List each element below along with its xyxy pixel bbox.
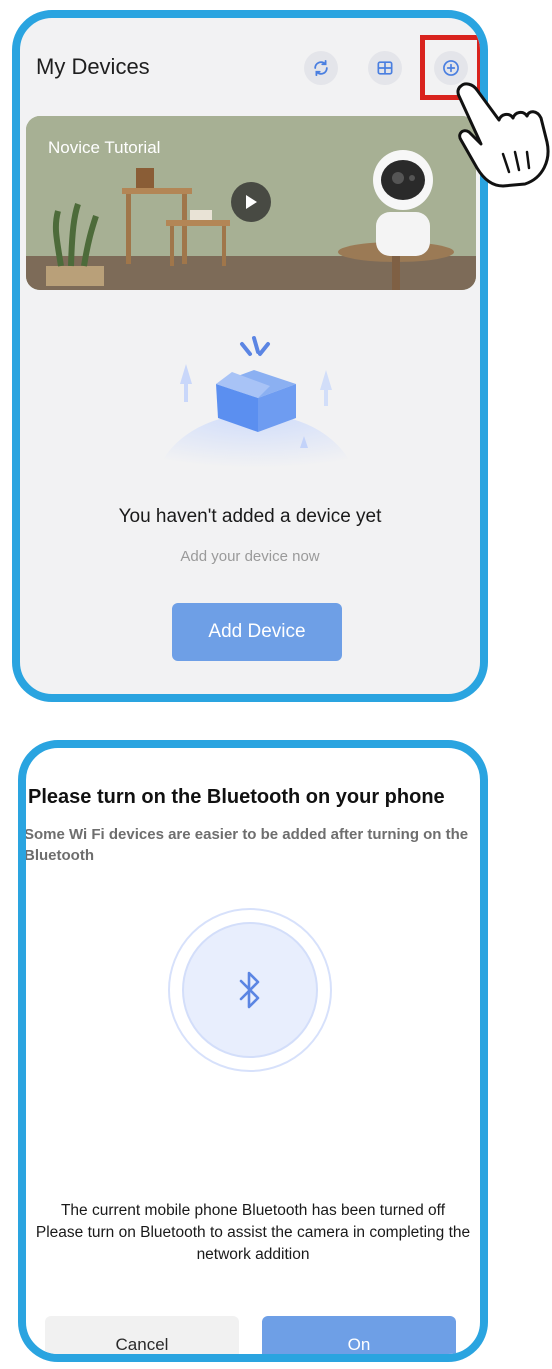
cancel-button[interactable]: Cancel [45, 1316, 239, 1354]
tutorial-banner[interactable]: Novice Tutorial [26, 116, 476, 290]
play-button[interactable] [231, 182, 271, 222]
page-title: My Devices [36, 54, 150, 79]
play-icon [246, 195, 257, 209]
bluetooth-status-message: The current mobile phone Bluetooth has b… [30, 1200, 476, 1266]
dialog-description: Some Wi Fi devices are easier to be adde… [24, 826, 469, 864]
refresh-icon [314, 60, 328, 77]
grid-view-icon [377, 61, 393, 75]
add-device-button[interactable]: Add Device [172, 603, 342, 661]
bluetooth-dialog-frame: Please turn on the Bluetooth on your pho… [18, 740, 488, 1362]
devices-screen-frame: My Devices Novice Tutorial You haven't a… [12, 10, 488, 702]
refresh-button[interactable] [304, 51, 338, 85]
dialog-title: Please turn on the Bluetooth on your pho… [28, 786, 445, 808]
grid-view-button[interactable] [368, 51, 402, 85]
status-line-2: Please turn on Bluetooth to assist the c… [35, 1224, 471, 1263]
bluetooth-icon [239, 971, 260, 1009]
empty-state-title: You haven't added a device yet [118, 506, 382, 527]
banner-title: Novice Tutorial [48, 138, 161, 157]
turn-on-button[interactable]: On [262, 1316, 456, 1354]
status-line-1: The current mobile phone Bluetooth has b… [60, 1202, 446, 1219]
bluetooth-circle [182, 922, 318, 1058]
pointing-hand-icon [456, 82, 550, 188]
empty-state-subtitle: Add your device now [180, 548, 320, 565]
empty-box-illustration [156, 336, 356, 474]
